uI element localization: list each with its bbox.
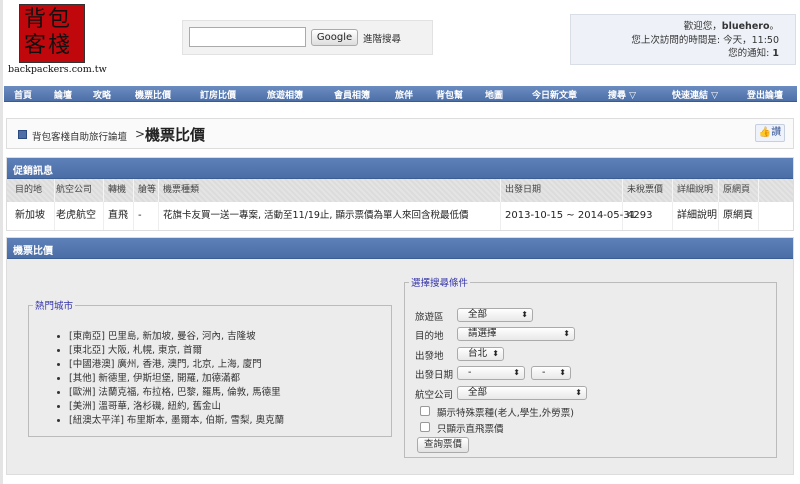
promo-title: 促銷訊息: [7, 158, 793, 179]
cell-price: 4293: [623, 202, 673, 230]
cell-airline: 老虎航空: [52, 202, 104, 230]
query-price-button[interactable]: 查詢票價: [417, 437, 469, 453]
page-edge: [0, 0, 3, 484]
col-depart-date: 出發日期: [501, 179, 623, 202]
thumbs-up-icon: 👍: [758, 127, 772, 138]
cell-class: -: [134, 202, 159, 230]
nav-travel-albums[interactable]: 旅遊相簿: [267, 88, 303, 101]
site-domain: backpackers.com.tw: [8, 64, 107, 75]
hot-city-group[interactable]: [東北亞] 大阪, 札幌, 東京, 首爾: [69, 344, 391, 358]
last-visit-label: 您上次訪問的時間是:: [631, 34, 721, 46]
date-day-select[interactable]: -: [531, 366, 571, 380]
details-link[interactable]: 詳細說明: [673, 202, 719, 230]
nav-forum[interactable]: 論壇: [54, 88, 72, 101]
nav-hotel-compare[interactable]: 訂房比價: [200, 88, 236, 101]
hot-cities-fieldset: 熱門城市 [東南亞] 巴里島, 新加坡, 曼谷, 河內, 吉隆坡 [東北亞] 大…: [28, 298, 392, 437]
nav-logout[interactable]: 登出論壇: [747, 88, 783, 101]
date-label: 出發日期: [415, 370, 454, 381]
nav-map[interactable]: 地圖: [485, 88, 503, 101]
special-fare-label: 顯示特殊票種(老人,學生,外勞票): [437, 408, 574, 419]
search-input[interactable]: [189, 27, 306, 47]
last-visit: 今天，11:50: [723, 34, 779, 46]
flight-compare-title: 機票比價: [7, 238, 793, 259]
source-link[interactable]: 原網頁: [719, 202, 759, 230]
hot-city-group[interactable]: [歐洲] 法蘭克福, 布拉格, 巴黎, 羅馬, 倫敦, 馬德里: [69, 386, 391, 400]
destination-select[interactable]: 請選擇: [457, 327, 575, 341]
from-label: 出發地: [415, 351, 444, 362]
cell-destination: 新加坡: [11, 202, 55, 230]
col-price: 未稅票價: [623, 179, 673, 202]
square-icon: [18, 130, 27, 139]
breadcrumb-parent[interactable]: 背包客棧自助旅行論壇: [32, 129, 127, 143]
notify-label[interactable]: 您的通知:: [728, 48, 769, 59]
col-class: 艙等: [134, 179, 159, 202]
col-details: 詳細說明: [673, 179, 719, 202]
col-source: 原網頁: [719, 179, 759, 202]
nav-member-albums[interactable]: 會員相簿: [334, 88, 370, 101]
user-info-box: 歡迎您，bluehero。 您上次訪問的時間是: 今天，11:50 您的通知: …: [570, 14, 796, 65]
hot-cities-legend: 熱門城市: [35, 301, 74, 312]
like-button[interactable]: 👍讚: [755, 124, 785, 142]
nav-backpacker-help[interactable]: 背包幫: [436, 88, 463, 101]
nav-guides[interactable]: 攻略: [93, 88, 111, 101]
region-select[interactable]: 全部: [457, 308, 533, 322]
cell-transfer: 直飛: [104, 202, 134, 230]
criteria-legend: 選擇搜尋條件: [411, 278, 469, 289]
col-airline: 航空公司: [52, 179, 104, 202]
page-title: 機票比價: [145, 126, 206, 144]
breadcrumb-separator: >: [135, 127, 146, 141]
hot-city-group[interactable]: [美洲] 溫哥華, 洛杉磯, 紐約, 舊金山: [69, 400, 391, 414]
cell-ticket-type: 花旗卡友買一送一專案, 活動至11/19止, 顯示票價為單人來回含稅最低價: [159, 202, 501, 230]
flight-compare-panel: 機票比價 熱門城市 [東南亞] 巴里島, 新加坡, 曼谷, 河內, 吉隆坡 [東…: [6, 237, 794, 475]
welcome-text: 歡迎您，: [683, 21, 722, 32]
direct-only-label: 只顯示直飛票價: [437, 424, 504, 435]
col-transfer: 轉機: [104, 179, 134, 202]
col-destination: 目的地: [11, 179, 55, 202]
promo-header-row: 目的地 航空公司 轉機 艙等 機票種類 出發日期 未稅票價 詳細說明 原網頁: [7, 179, 793, 202]
username[interactable]: bluehero: [722, 21, 770, 32]
site-logo[interactable]: 背包 客棧: [19, 4, 85, 63]
nav-flight-compare[interactable]: 機票比價: [135, 88, 171, 101]
nav-new-posts[interactable]: 今日新文章: [532, 88, 577, 101]
search-criteria-fieldset: 選擇搜尋條件 旅遊區 全部 目的地 請選擇 出發地 台北 出發日期 - - 航空…: [404, 275, 777, 458]
hot-city-group[interactable]: [紐澳太平洋] 布里斯本, 墨爾本, 伯斯, 雪梨, 奧克蘭: [69, 414, 391, 428]
like-label: 讚: [771, 127, 782, 138]
date-month-select[interactable]: -: [457, 366, 525, 380]
hot-city-group[interactable]: [中國港澳] 廣州, 香港, 澳門, 北京, 上海, 廈門: [69, 358, 391, 372]
promo-panel: 促銷訊息 目的地 航空公司 轉機 艙等 機票種類 出發日期 未稅票價 詳細說明 …: [6, 157, 794, 231]
nav-home[interactable]: 首頁: [14, 88, 32, 101]
nav-travel-buddy[interactable]: 旅伴: [395, 88, 413, 101]
nav-search[interactable]: 搜尋 ▽: [608, 88, 636, 101]
direct-only-checkbox[interactable]: [420, 422, 430, 432]
notify-count[interactable]: 1: [772, 48, 779, 59]
airline-select[interactable]: 全部: [457, 386, 587, 400]
dest-label: 目的地: [415, 331, 444, 342]
cell-depart-date: 2013-10-15 ~ 2014-05-31: [501, 202, 636, 230]
region-label: 旅遊區: [415, 312, 444, 323]
main-nav: 首頁 論壇 攻略 機票比價 訂房比價 旅遊相簿 會員相簿 旅伴 背包幫 地圖 今…: [4, 86, 797, 102]
google-search-box: Google 進階搜尋: [182, 20, 433, 55]
hot-city-group[interactable]: [東南亞] 巴里島, 新加坡, 曼谷, 河內, 吉隆坡: [69, 330, 391, 344]
advanced-search-link[interactable]: 進階搜尋: [363, 31, 401, 45]
breadcrumb: 背包客棧自助旅行論壇 > 機票比價 👍讚: [6, 118, 794, 149]
col-ticket-type: 機票種類: [159, 179, 501, 202]
airline-label: 航空公司: [415, 390, 454, 401]
departure-city-select[interactable]: 台北: [457, 347, 504, 361]
welcome-suffix: 。: [769, 21, 779, 32]
nav-quick-links[interactable]: 快速連結 ▽: [672, 88, 718, 101]
hot-city-group[interactable]: [其他] 新德里, 伊斯坦堡, 開羅, 加德滿都: [69, 372, 391, 386]
google-search-button[interactable]: Google: [311, 29, 358, 46]
special-fare-checkbox[interactable]: [420, 406, 430, 416]
table-row: 新加坡 老虎航空 直飛 - 花旗卡友買一送一專案, 活動至11/19止, 顯示票…: [7, 202, 793, 230]
